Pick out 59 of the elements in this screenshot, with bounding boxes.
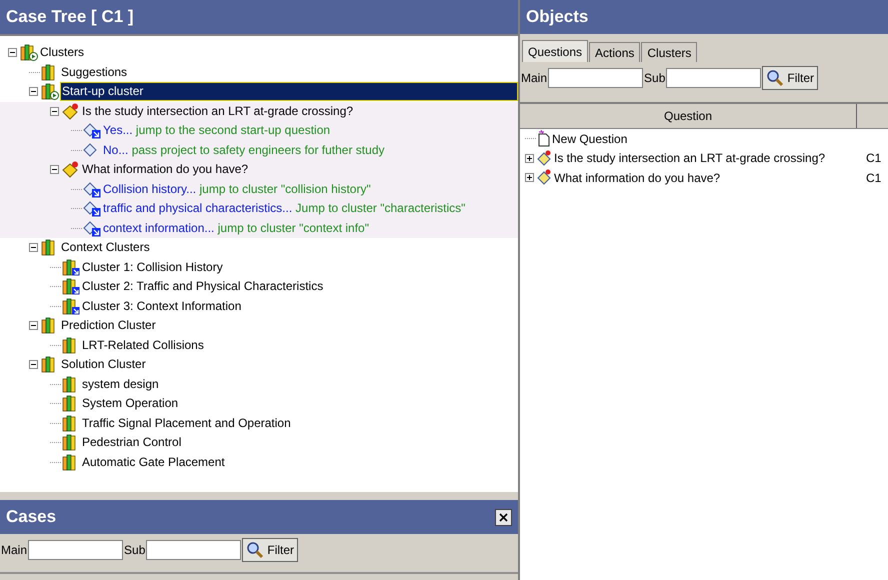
search-icon — [246, 541, 264, 559]
objects-title: Objects — [520, 0, 888, 34]
tab[interactable]: Clusters — [641, 42, 698, 62]
books-shortcut-icon — [62, 258, 80, 276]
tree-item[interactable]: Start-up cluster — [60, 82, 518, 102]
collapse-toggle[interactable] — [29, 87, 40, 96]
tree-item[interactable]: System Operation — [81, 395, 180, 412]
collapse-toggle[interactable] — [29, 360, 40, 370]
tab[interactable]: Actions — [589, 42, 640, 62]
table-cell-text: C1 — [866, 170, 882, 185]
collapse-toggle[interactable] — [50, 165, 61, 174]
collapse-toggle[interactable] — [8, 48, 19, 58]
main-field[interactable] — [548, 68, 644, 88]
sub-label: Sub — [644, 71, 666, 85]
question-item[interactable]: New Question — [552, 132, 888, 146]
tree-item[interactable]: Clusters — [39, 44, 86, 62]
filter-button[interactable]: Filter — [242, 538, 298, 562]
tree-item[interactable]: Cluster 1: Collision History — [81, 258, 224, 276]
close-button[interactable] — [495, 508, 512, 526]
tree-item[interactable]: Solution Cluster — [60, 356, 147, 374]
close-icon — [499, 512, 508, 522]
filter-button[interactable]: Filter — [762, 66, 818, 90]
sub-field[interactable] — [146, 540, 242, 560]
tab[interactable]: Questions — [522, 40, 588, 62]
tree-item[interactable]: Cluster 2: Traffic and Physical Characteristics — [81, 278, 324, 296]
cases-title: Cases — [6, 506, 56, 528]
tree-item[interactable]: LRT-Related Collisions — [81, 336, 205, 354]
books-shortcut-icon — [62, 278, 80, 296]
expand-toggle[interactable] — [525, 173, 536, 182]
question-item[interactable]: Is the study intersection an LRT at-grade crossing? — [554, 151, 866, 166]
tree-item[interactable]: system design — [81, 376, 160, 393]
sub-field[interactable] — [666, 68, 762, 88]
tree-item[interactable]: Automatic Gate Placement — [81, 454, 226, 471]
question-icon — [537, 150, 553, 167]
books-play-icon — [20, 44, 38, 62]
tree-item[interactable]: Traffic Signal Placement and Operation — [81, 414, 292, 432]
main-label: Main — [1, 543, 28, 557]
sub-label: Sub — [124, 543, 146, 557]
tree-item[interactable]: Context Clusters — [60, 239, 151, 256]
tree-item[interactable]: Pedestrian Control — [81, 434, 182, 452]
question-icon — [62, 161, 80, 178]
table-cell-text: C1 — [866, 151, 882, 166]
books-shortcut-icon — [62, 298, 80, 315]
tree-item[interactable]: Suggestions — [60, 64, 128, 81]
collapse-toggle[interactable] — [50, 106, 61, 116]
question-icon — [537, 169, 553, 186]
tree-item[interactable]: Prediction Cluster — [60, 317, 157, 334]
books-play-icon — [41, 83, 59, 100]
case-tree-title: Case Tree [ C1 ] — [0, 0, 518, 34]
expand-toggle[interactable] — [525, 154, 536, 163]
main-field[interactable] — [28, 540, 124, 560]
question-item[interactable]: What information do you have? — [554, 170, 866, 185]
search-icon — [766, 69, 784, 87]
tree-item[interactable]: Cluster 3: Context Information — [81, 298, 242, 315]
collapse-toggle[interactable] — [29, 321, 40, 330]
question-icon — [62, 102, 80, 120]
collapse-toggle[interactable] — [29, 243, 40, 252]
new-document-icon — [537, 130, 551, 148]
main-label: Main — [521, 71, 548, 85]
